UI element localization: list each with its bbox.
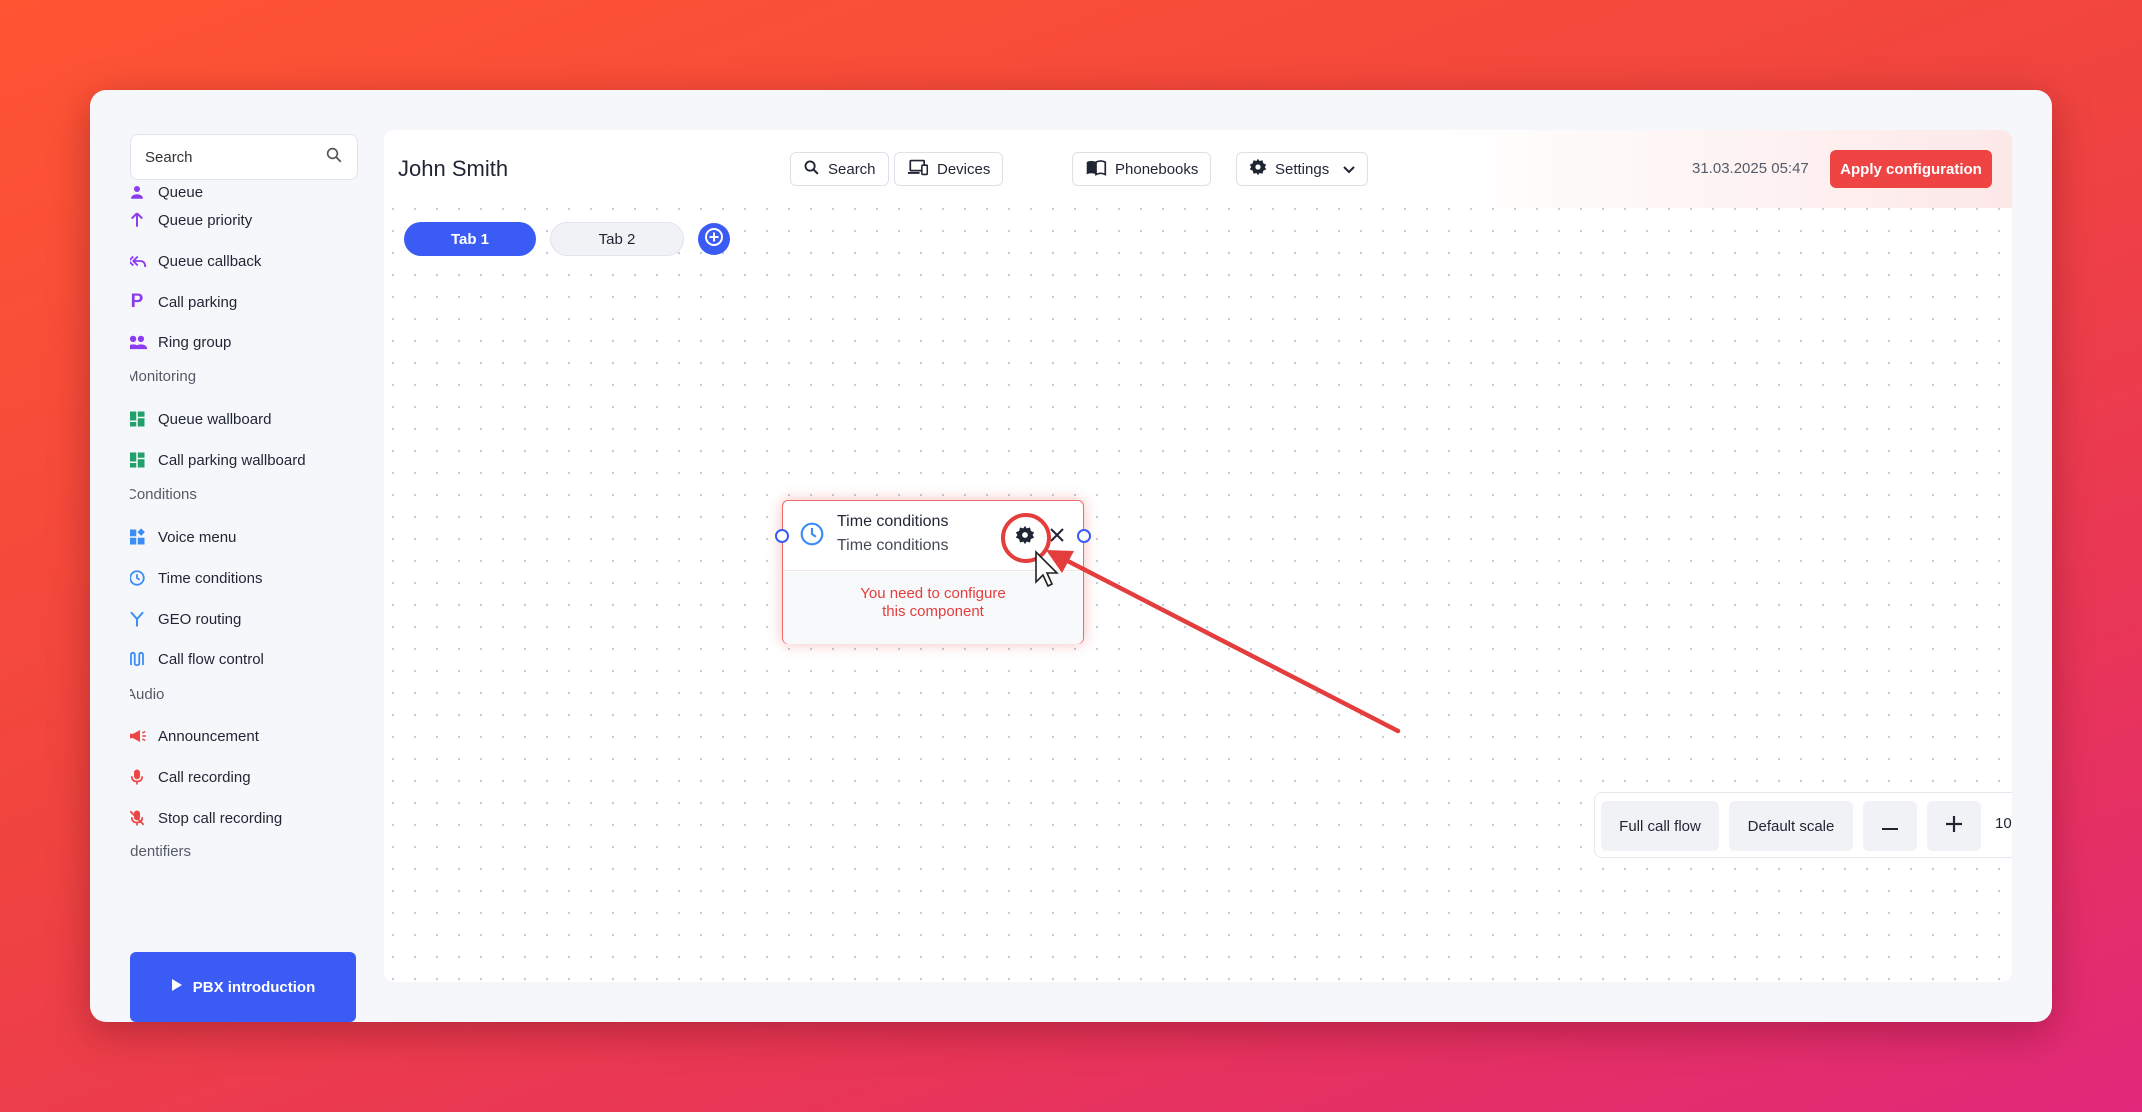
time-conditions-node[interactable]: Time conditions Time conditions You need… [775,500,1091,644]
sidebar-item-label: Call parking wallboard [158,451,306,469]
phonebooks-button[interactable]: Phonebooks [1072,152,1212,186]
node-header: Time conditions Time conditions [783,501,1083,571]
sidebar-item-geo-routing[interactable]: GEO routing [130,599,241,639]
node-title: Time conditions [837,513,949,530]
sidebar-item-announcement[interactable]: Announcement [130,716,259,756]
sidebar-group-audio: Audio [130,686,165,703]
tab-2[interactable]: Tab 2 [550,222,684,256]
sidebar-item-ring-group[interactable]: Ring group [130,322,231,362]
node-warning-line-2: this component [882,603,984,620]
sidebar-item-call-recording[interactable]: Call recording [130,757,251,797]
widgets-icon [130,526,148,548]
sidebar-item-label: Queue wallboard [158,410,272,428]
group-icon [130,331,148,353]
node-output-port[interactable] [1077,529,1091,543]
sidebar-item-queue-wallboard[interactable]: Queue wallboard [130,399,271,439]
topbar: John Smith Search Devices Phonebooks Set… [384,130,2012,208]
zoom-out-button[interactable] [1863,801,1917,851]
sidebar-item-queue-callback[interactable]: Queue callback [130,241,261,281]
search-icon [803,159,820,180]
flow-canvas[interactable] [384,208,2012,982]
devices-button-label: Devices [937,160,991,178]
sidebar-search-placeholder: Search [145,148,193,166]
pbx-introduction-label: PBX introduction [192,978,316,996]
node-subtitle: Time conditions [837,537,949,554]
node-close-icon[interactable] [1049,527,1065,548]
book-icon [1085,159,1107,180]
node-warning: You need to configure this component [783,585,1083,621]
pbx-introduction-button[interactable]: PBX introduction [130,952,356,1022]
sidebar: Search Queue Queue priority Queue callba… [130,134,370,1022]
megaphone-icon [130,725,148,747]
sidebar-item-call-flow-control[interactable]: Call flow control [130,639,264,679]
devices-button[interactable]: Devices [894,152,1004,186]
clock-icon [130,567,148,589]
arrow-up-icon [130,209,148,231]
minus-icon [1882,818,1898,835]
zoom-level: 100% [1995,815,2012,832]
sidebar-item-label: Queue callback [158,252,262,270]
node-settings-gear-icon[interactable] [1015,525,1035,550]
play-icon [171,978,183,996]
plus-icon [1946,816,1962,836]
page-title: John Smith [398,156,509,181]
sidebar-item-label: Call parking [158,293,238,311]
clock-icon [799,521,825,552]
tab-1[interactable]: Tab 1 [404,222,536,256]
datetime-label: 31.03.2025 05:47 [1692,160,1809,177]
plus-circle-icon [704,227,724,252]
settings-dropdown[interactable]: Settings [1236,152,1369,186]
sidebar-item-time-conditions[interactable]: Time conditions [130,558,263,598]
search-button[interactable]: Search [790,152,889,186]
sidebar-item-stop-call-recording[interactable]: Stop call recording [130,798,282,838]
devices-icon [907,159,929,180]
sidebar-item-label: Voice menu [158,528,237,546]
settings-label: Settings [1275,160,1330,178]
mic-off-icon [130,807,148,829]
chevron-down-icon [1343,161,1355,178]
default-scale-button[interactable]: Default scale [1729,801,1853,851]
sidebar-group-identifiers: Identifiers [130,843,192,860]
sidebar-item-queue-priority[interactable]: Queue priority [130,200,252,240]
apply-configuration-button[interactable]: Apply configuration [1830,150,1992,188]
add-tab-button[interactable] [698,223,730,255]
fork-icon [130,608,148,630]
node-warning-line-1: You need to configure [860,585,1006,602]
sidebar-nav: Queue Queue priority Queue callback P Ca… [130,180,370,900]
search-icon [325,146,343,168]
parking-icon: P [130,291,144,312]
search-button-label: Search [828,160,876,178]
sidebar-item-label: Time conditions [158,569,263,587]
sidebar-item-label: Queue [158,183,204,201]
dashboard-icon [130,449,148,471]
sidebar-group-conditions: Conditions [130,486,197,503]
flow-icon [130,648,148,670]
zoom-in-button[interactable] [1927,801,1981,851]
sidebar-item-label: Queue priority [158,211,253,229]
reply-all-icon [130,250,148,272]
sidebar-item-label: Announcement [158,727,259,745]
gear-icon [1249,158,1267,180]
sidebar-item-call-parking-wallboard[interactable]: Call parking wallboard [130,440,306,480]
canvas-controls: Full call flow Default scale 100% [1594,792,2012,858]
sidebar-item-voice-menu[interactable]: Voice menu [130,517,236,557]
sidebar-search-input[interactable]: Search [130,134,358,180]
node-input-port[interactable] [775,529,789,543]
mic-icon [130,766,148,788]
sidebar-item-call-parking[interactable]: P Call parking [130,282,238,322]
sidebar-group-monitoring: Monitoring [130,368,197,385]
sidebar-item-label: Call flow control [158,650,264,668]
phonebooks-button-label: Phonebooks [1115,160,1199,178]
dashboard-icon [130,408,148,430]
app-window: Search Queue Queue priority Queue callba… [90,90,2052,1022]
full-call-flow-button[interactable]: Full call flow [1601,801,1719,851]
main-panel: John Smith Search Devices Phonebooks Set… [384,130,2012,982]
sidebar-item-label: Call recording [158,768,251,786]
sidebar-item-label: GEO routing [158,610,242,628]
sidebar-item-label: Stop call recording [158,809,283,827]
sidebar-item-label: Ring group [158,333,232,351]
